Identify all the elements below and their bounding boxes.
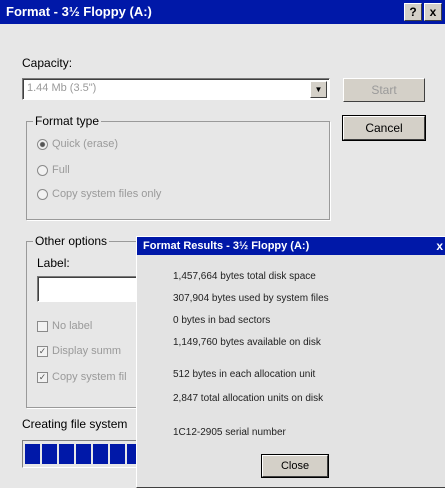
other-options-legend: Other options [33,234,110,248]
progress-fill [25,444,138,464]
close-button[interactable]: x [424,3,442,21]
checkbox-icon [37,320,48,332]
help-button[interactable]: ? [404,3,422,21]
radio-quick-label: Quick (erase) [52,138,119,150]
radio-icon [37,188,48,200]
results-close-button[interactable]: Close [261,454,329,478]
window-title: Format - 3½ Floppy (A:) [6,4,152,19]
radio-selected-icon [37,138,48,150]
capacity-label: Capacity: [22,56,73,70]
checkbox-no-label[interactable]: No label [37,320,92,332]
checkmark-icon: ✓ [37,371,48,383]
radio-copy-system-label: Copy system files only [52,188,162,200]
radio-icon [37,164,48,176]
checkbox-display-summary-text: Display summ [52,345,122,357]
status-text: Creating file system [22,417,128,431]
radio-full[interactable]: Full [37,164,70,176]
format-type-group: Format type Quick (erase) Full Copy syst… [26,114,330,220]
checkbox-copy-system-files-text: Copy system fil [52,371,127,383]
radio-copy-system[interactable]: Copy system files only [37,188,161,200]
other-options-group: Other options Label: No label ✓ Display s… [26,234,149,408]
progress-bar [22,440,154,468]
label-input[interactable] [37,276,149,302]
result-allocation-unit: 512 bytes in each allocation unit [173,369,316,380]
result-total-space: 1,457,664 bytes total disk space [173,271,316,282]
checkbox-no-label-text: No label [52,320,93,332]
cancel-button[interactable]: Cancel [342,115,426,141]
results-close-icon[interactable]: x [436,239,443,253]
format-results-dialog: Format Results - 3½ Floppy (A:) x 1,457,… [136,236,445,488]
results-title-bar: Format Results - 3½ Floppy (A:) x [137,237,445,255]
result-available: 1,149,760 bytes available on disk [173,337,321,348]
results-title: Format Results - 3½ Floppy (A:) [143,240,310,252]
result-bad-sectors: 0 bytes in bad sectors [173,315,271,326]
checkbox-copy-system-files[interactable]: ✓ Copy system fil [37,371,127,383]
label-caption: Label: [37,256,70,270]
title-bar: Format - 3½ Floppy (A:) ? x [0,0,445,24]
checkmark-icon: ✓ [37,345,48,357]
checkbox-display-summary[interactable]: ✓ Display summ [37,345,121,357]
format-type-legend: Format type [33,114,102,128]
capacity-select[interactable]: 1.44 Mb (3.5") ▼ [22,78,330,100]
radio-quick[interactable]: Quick (erase) [37,138,118,150]
radio-full-label: Full [52,164,70,176]
chevron-down-icon[interactable]: ▼ [310,81,327,98]
result-system-files: 307,904 bytes used by system files [173,293,329,304]
start-button[interactable]: Start [343,78,425,102]
capacity-value: 1.44 Mb (3.5") [27,82,97,94]
result-allocation-units: 2,847 total allocation units on disk [173,393,324,404]
result-serial-number: 1C12-2905 serial number [173,427,286,438]
